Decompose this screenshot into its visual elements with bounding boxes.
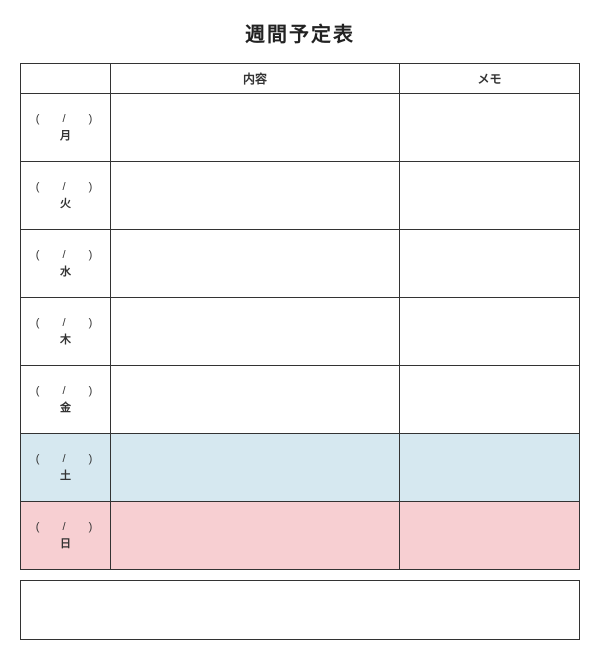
content-cell [111, 434, 400, 502]
memo-cell [400, 162, 580, 230]
table-row: ( / )日 [21, 502, 580, 570]
weekday-label: 水 [25, 264, 106, 281]
weekday-label: 金 [25, 400, 106, 417]
table-row: ( / )月 [21, 94, 580, 162]
date-placeholder: ( / ) [25, 247, 106, 264]
weekday-label: 火 [25, 196, 106, 213]
weekday-label: 木 [25, 332, 106, 349]
weekday-label: 土 [25, 468, 106, 485]
day-cell: ( / )月 [21, 94, 111, 162]
weekday-label: 月 [25, 128, 106, 145]
table-row: ( / )火 [21, 162, 580, 230]
memo-cell [400, 434, 580, 502]
table-row: ( / )金 [21, 366, 580, 434]
schedule-table: 内容 メモ ( / )月( / )火( / )水( / )木( / )金( / … [20, 63, 580, 570]
memo-cell [400, 298, 580, 366]
content-cell [111, 162, 400, 230]
memo-cell [400, 230, 580, 298]
table-body: ( / )月( / )火( / )水( / )木( / )金( / )土( / … [21, 94, 580, 570]
table-row: ( / )水 [21, 230, 580, 298]
day-cell: ( / )日 [21, 502, 111, 570]
date-placeholder: ( / ) [25, 519, 106, 536]
notes-box [20, 580, 580, 640]
day-cell: ( / )火 [21, 162, 111, 230]
content-cell [111, 366, 400, 434]
day-cell: ( / )木 [21, 298, 111, 366]
content-cell [111, 502, 400, 570]
date-placeholder: ( / ) [25, 179, 106, 196]
header-memo: メモ [400, 64, 580, 94]
memo-cell [400, 366, 580, 434]
memo-cell [400, 94, 580, 162]
content-cell [111, 230, 400, 298]
table-header-row: 内容 メモ [21, 64, 580, 94]
weekday-label: 日 [25, 536, 106, 553]
table-row: ( / )土 [21, 434, 580, 502]
header-content: 内容 [111, 64, 400, 94]
day-cell: ( / )水 [21, 230, 111, 298]
header-day [21, 64, 111, 94]
content-cell [111, 94, 400, 162]
day-cell: ( / )金 [21, 366, 111, 434]
memo-cell [400, 502, 580, 570]
page-title: 週間予定表 [20, 18, 580, 47]
day-cell: ( / )土 [21, 434, 111, 502]
date-placeholder: ( / ) [25, 451, 106, 468]
content-cell [111, 298, 400, 366]
date-placeholder: ( / ) [25, 383, 106, 400]
table-row: ( / )木 [21, 298, 580, 366]
date-placeholder: ( / ) [25, 111, 106, 128]
date-placeholder: ( / ) [25, 315, 106, 332]
